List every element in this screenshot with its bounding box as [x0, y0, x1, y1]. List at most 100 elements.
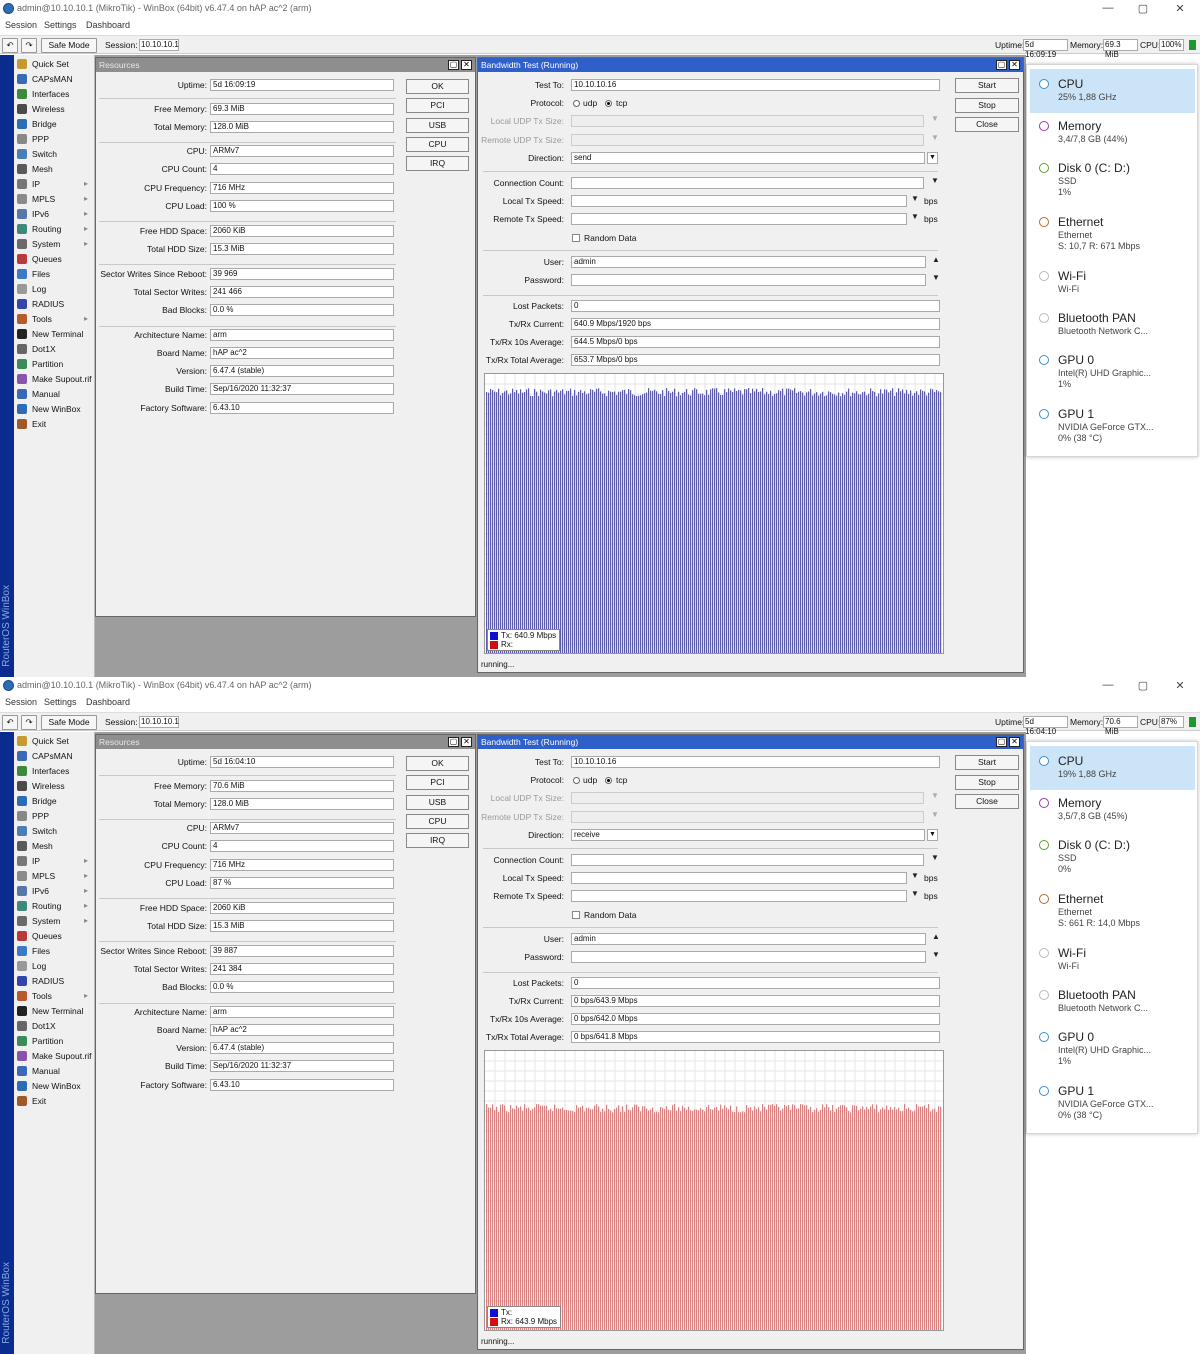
- test-to-field[interactable]: 10.10.10.16: [571, 79, 940, 91]
- remote-udp-tx-size-field[interactable]: [571, 134, 924, 146]
- maximize-icon[interactable]: ▢: [1133, 679, 1153, 692]
- dropdown-up-icon[interactable]: ▲: [932, 932, 940, 941]
- sidebar-item-bridge[interactable]: Bridge: [16, 117, 94, 131]
- sidebar-item-exit[interactable]: Exit: [16, 1094, 94, 1108]
- resource-usb-button[interactable]: USB: [406, 795, 469, 810]
- local-udp-tx-size-field[interactable]: [571, 115, 924, 127]
- task-manager-item-bluetooth-pan[interactable]: Bluetooth PAN Bluetooth Network C...: [1030, 303, 1195, 347]
- dropdown-arrow-icon[interactable]: ▼: [911, 212, 919, 221]
- local-udp-tx-size-field[interactable]: [571, 792, 924, 804]
- sidebar-item-system[interactable]: System ▸: [16, 914, 94, 928]
- local-tx-speed-field[interactable]: [571, 195, 907, 207]
- task-manager-item-gpu-1[interactable]: GPU 1 NVIDIA GeForce GTX... 0% (38 °C): [1030, 399, 1195, 443]
- close-button[interactable]: Close: [955, 794, 1019, 809]
- direction-field[interactable]: send: [571, 152, 925, 164]
- task-manager-item-disk-0-c-d-[interactable]: Disk 0 (C: D:) SSD 0%: [1030, 830, 1195, 874]
- sidebar-item-make-supout-rif[interactable]: Make Supout.rif: [16, 1049, 94, 1063]
- resource-cpu-button[interactable]: CPU: [406, 137, 469, 152]
- restore-icon[interactable]: ▢: [448, 60, 459, 70]
- sidebar-item-tools[interactable]: Tools ▸: [16, 312, 94, 326]
- close-button[interactable]: Close: [955, 117, 1019, 132]
- password-field[interactable]: [571, 951, 926, 963]
- close-icon[interactable]: ✕: [1009, 60, 1020, 70]
- task-manager-item-bluetooth-pan[interactable]: Bluetooth PAN Bluetooth Network C...: [1030, 980, 1195, 1024]
- task-manager-item-memory[interactable]: Memory 3,4/7,8 GB (44%): [1030, 111, 1195, 155]
- task-manager-item-cpu[interactable]: CPU 25% 1,88 GHz: [1030, 69, 1195, 113]
- menu-dashboard[interactable]: Dashboard: [86, 20, 130, 30]
- dropdown-arrow-icon[interactable]: ▼: [931, 176, 939, 185]
- resource-ok-button[interactable]: OK: [406, 79, 469, 94]
- task-manager-item-wi-fi[interactable]: Wi-Fi Wi-Fi: [1030, 261, 1195, 305]
- sidebar-item-capsman[interactable]: CAPsMAN: [16, 749, 94, 763]
- close-icon[interactable]: ✕: [1009, 737, 1020, 747]
- udp-radio[interactable]: [573, 100, 580, 107]
- task-manager-item-memory[interactable]: Memory 3,5/7,8 GB (45%): [1030, 788, 1195, 832]
- remote-udp-tx-size-field[interactable]: [571, 811, 924, 823]
- resource-pci-button[interactable]: PCI: [406, 775, 469, 790]
- task-manager-item-cpu[interactable]: CPU 19% 1,88 GHz: [1030, 746, 1195, 790]
- menu-settings[interactable]: Settings: [44, 20, 77, 30]
- sidebar-item-capsman[interactable]: CAPsMAN: [16, 72, 94, 86]
- direction-dropdown-icon[interactable]: ▼: [927, 829, 938, 841]
- resource-pci-button[interactable]: PCI: [406, 98, 469, 113]
- minimize-icon[interactable]: —: [1098, 2, 1118, 14]
- user-field[interactable]: admin: [571, 933, 926, 945]
- redo-button[interactable]: ↷: [21, 38, 37, 53]
- task-manager-item-ethernet[interactable]: Ethernet Ethernet S: 10,7 R: 671 Mbps: [1030, 207, 1195, 251]
- session-value[interactable]: 10.10.10.1: [139, 39, 179, 51]
- sidebar-item-new-terminal[interactable]: New Terminal: [16, 327, 94, 341]
- stop-button[interactable]: Stop: [955, 98, 1019, 113]
- resource-irq-button[interactable]: IRQ: [406, 833, 469, 848]
- sidebar-item-tools[interactable]: Tools ▸: [16, 989, 94, 1003]
- sidebar-item-radius[interactable]: RADIUS: [16, 974, 94, 988]
- random-data-checkbox[interactable]: [572, 234, 580, 242]
- dropdown-arrow-icon[interactable]: ▼: [911, 871, 919, 880]
- udp-radio[interactable]: [573, 777, 580, 784]
- dropdown-arrow-icon[interactable]: ▼: [932, 273, 940, 282]
- sidebar-item-ipv6[interactable]: IPv6 ▸: [16, 884, 94, 898]
- test-to-field[interactable]: 10.10.10.16: [571, 756, 940, 768]
- sidebar-item-bridge[interactable]: Bridge: [16, 794, 94, 808]
- connection-count-field[interactable]: [571, 177, 924, 189]
- sidebar-item-ipv6[interactable]: IPv6 ▸: [16, 207, 94, 221]
- menu-session[interactable]: Session: [5, 697, 37, 707]
- sidebar-item-dot1x[interactable]: Dot1X: [16, 342, 94, 356]
- sidebar-item-queues[interactable]: Queues: [16, 252, 94, 266]
- user-field[interactable]: admin: [571, 256, 926, 268]
- undo-button[interactable]: ↶: [2, 715, 18, 730]
- task-manager-item-gpu-0[interactable]: GPU 0 Intel(R) UHD Graphic... 1%: [1030, 345, 1195, 389]
- dropdown-arrow-icon[interactable]: ▼: [911, 194, 919, 203]
- task-manager-item-disk-0-c-d-[interactable]: Disk 0 (C: D:) SSD 1%: [1030, 153, 1195, 197]
- close-icon[interactable]: ✕: [461, 60, 472, 70]
- menu-session[interactable]: Session: [5, 20, 37, 30]
- direction-dropdown-icon[interactable]: ▼: [927, 152, 938, 164]
- sidebar-item-mpls[interactable]: MPLS ▸: [16, 869, 94, 883]
- resource-usb-button[interactable]: USB: [406, 118, 469, 133]
- close-icon[interactable]: ✕: [461, 737, 472, 747]
- dropdown-arrow-icon[interactable]: ▼: [932, 950, 940, 959]
- menu-settings[interactable]: Settings: [44, 697, 77, 707]
- sidebar-item-mpls[interactable]: MPLS ▸: [16, 192, 94, 206]
- sidebar-item-ppp[interactable]: PPP: [16, 132, 94, 146]
- sidebar-item-switch[interactable]: Switch: [16, 824, 94, 838]
- random-data-checkbox[interactable]: [572, 911, 580, 919]
- sidebar-item-log[interactable]: Log: [16, 282, 94, 296]
- sidebar-item-ip[interactable]: IP ▸: [16, 177, 94, 191]
- minimize-icon[interactable]: —: [1098, 679, 1118, 691]
- sidebar-item-new-terminal[interactable]: New Terminal: [16, 1004, 94, 1018]
- task-manager-item-ethernet[interactable]: Ethernet Ethernet S: 661 R: 14,0 Mbps: [1030, 884, 1195, 928]
- sidebar-item-ip[interactable]: IP ▸: [16, 854, 94, 868]
- task-manager-item-wi-fi[interactable]: Wi-Fi Wi-Fi: [1030, 938, 1195, 982]
- sidebar-item-files[interactable]: Files: [16, 267, 94, 281]
- dropdown-arrow-icon[interactable]: ▼: [931, 114, 939, 123]
- task-manager-item-gpu-1[interactable]: GPU 1 NVIDIA GeForce GTX... 0% (38 °C): [1030, 1076, 1195, 1120]
- tcp-radio[interactable]: [605, 100, 612, 107]
- sidebar-item-mesh[interactable]: Mesh: [16, 162, 94, 176]
- task-manager-item-gpu-0[interactable]: GPU 0 Intel(R) UHD Graphic... 1%: [1030, 1022, 1195, 1066]
- sidebar-item-interfaces[interactable]: Interfaces: [16, 87, 94, 101]
- restore-icon[interactable]: ▢: [996, 737, 1007, 747]
- sidebar-item-quick-set[interactable]: Quick Set: [16, 57, 94, 71]
- sidebar-item-routing[interactable]: Routing ▸: [16, 222, 94, 236]
- sidebar-item-queues[interactable]: Queues: [16, 929, 94, 943]
- sidebar-item-interfaces[interactable]: Interfaces: [16, 764, 94, 778]
